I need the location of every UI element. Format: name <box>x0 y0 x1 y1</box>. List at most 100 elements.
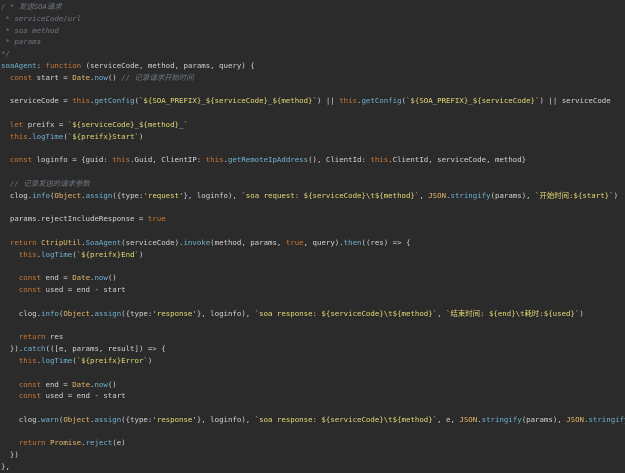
code-line[interactable]: soaAgent: function (serviceCode, method,… <box>1 60 625 72</box>
code-token-string: 'response' <box>152 308 197 318</box>
code-line[interactable]: const used = end - start <box>1 284 625 296</box>
code-token-string: `soa request: ${serviceCode}\t${method}` <box>241 190 420 200</box>
code-token-func: catch <box>23 344 46 354</box>
code-token-comment: // 记录请求开始时间 <box>121 72 194 82</box>
code-token-func: getConfig <box>361 96 402 106</box>
code-token-keyword: return <box>18 332 46 342</box>
code-token-keyword: this <box>112 155 131 165</box>
code-token-text: ) <box>613 190 619 200</box>
code-line[interactable]: }).catch(([e, params, result]) => { <box>1 343 625 355</box>
code-token-text: preifx = <box>23 119 68 129</box>
code-token-func: assign <box>85 190 113 200</box>
code-token-keyword: const <box>9 155 33 165</box>
code-token-string: `${preifx}End` <box>76 249 139 259</box>
code-token-keyword: true <box>285 237 304 247</box>
code-line[interactable] <box>1 84 625 96</box>
code-token-text: ) || serviceCode <box>539 96 611 106</box>
code-line[interactable]: const loginfo = {guid: this.Guid, Client… <box>1 154 625 166</box>
code-token-keyword: this <box>18 249 37 259</box>
code-editor[interactable]: / * 发送SOA请求 * serviceCode/url * soa meth… <box>0 0 625 473</box>
code-token-text: ) <box>138 249 144 259</box>
code-line[interactable] <box>1 225 625 237</box>
code-token-string: `${preifx}Error` <box>76 355 148 365</box>
code-line[interactable]: }) <box>1 449 625 461</box>
code-token-text: , <box>437 308 447 318</box>
code-line[interactable] <box>1 320 625 332</box>
code-token-ident: JSON <box>459 414 478 424</box>
code-line[interactable]: }, <box>1 461 625 473</box>
code-token-text: }, loginfo), <box>196 308 255 318</box>
code-token-ident: Object <box>63 414 91 424</box>
code-line[interactable]: serviceCode = this.getConfig(`${SOA_PREF… <box>1 95 625 107</box>
code-token-text: ) <box>147 355 153 365</box>
code-line[interactable] <box>1 367 625 379</box>
code-line[interactable] <box>1 166 625 178</box>
code-line[interactable]: const end = Date.now() <box>1 379 625 391</box>
code-line[interactable] <box>1 426 625 438</box>
code-token-text: , <box>419 190 429 200</box>
code-line[interactable]: * params <box>1 36 625 48</box>
code-token-func: stringify <box>481 414 522 424</box>
code-line[interactable]: this.logTime(`${preifx}Start`) <box>1 131 625 143</box>
code-token-text: }) <box>1 450 19 460</box>
code-line[interactable]: return CtripUtil.SoaAgent(serviceCode).i… <box>1 237 625 249</box>
code-token-text: }, loginfo), <box>183 190 242 200</box>
code-token-func: soaAgent <box>1 60 37 70</box>
code-line[interactable]: const end = Date.now() <box>1 272 625 284</box>
code-token-keyword: const <box>18 379 42 389</box>
code-line[interactable] <box>1 143 625 155</box>
code-token-func: logTime <box>41 355 73 365</box>
code-line[interactable] <box>1 107 625 119</box>
code-line[interactable] <box>1 261 625 273</box>
code-token-string: `soa response: ${serviceCode}\t${method}… <box>254 308 438 318</box>
code-token-keyword: this <box>9 131 28 141</box>
code-token-comment: // 记录发送的请求参数 <box>1 178 90 188</box>
code-line[interactable]: this.logTime(`${preifx}Error`) <box>1 355 625 367</box>
code-line[interactable] <box>1 402 625 414</box>
code-token-string: `soa response: ${serviceCode}\t${method}… <box>254 414 438 424</box>
code-token-ident: Object <box>63 308 91 318</box>
code-line[interactable]: return Promise.reject(e) <box>1 437 625 449</box>
code-token-text: used = end - start <box>41 391 126 401</box>
code-line[interactable] <box>1 296 625 308</box>
code-token-text: serviceCode = <box>1 96 73 106</box>
code-token-func: info <box>41 308 59 318</box>
code-token-text: (serviceCode). <box>121 237 184 247</box>
code-line[interactable]: const used = end - start <box>1 390 625 402</box>
code-line[interactable]: params.rejectIncludeResponse = true <box>1 213 625 225</box>
code-token-text: : <box>36 60 46 70</box>
code-line[interactable]: */ <box>1 48 625 60</box>
code-token-text: (([e, params, result]) => { <box>45 344 166 354</box>
code-line[interactable]: this.logTime(`${preifx}End`) <box>1 249 625 261</box>
code-line[interactable]: return res <box>1 331 625 343</box>
code-line[interactable]: clog.warn(Object.assign({type:'response'… <box>1 414 625 426</box>
code-token-comment: */ <box>1 49 10 59</box>
code-token-func: warn <box>41 414 59 424</box>
code-token-comment: / * 发送SOA请求 <box>1 2 62 11</box>
code-token-func: assign <box>94 414 122 424</box>
code-token-text: res <box>45 332 64 342</box>
code-line[interactable]: clog.info(Object.assign({type:'request'}… <box>1 190 625 202</box>
code-line[interactable]: / * 发送SOA请求 <box>1 1 625 13</box>
code-line[interactable]: // 记录发送的请求参数 <box>1 178 625 190</box>
code-line[interactable] <box>1 202 625 214</box>
code-line[interactable]: * serviceCode/url <box>1 13 625 25</box>
code-token-comment: * serviceCode/url <box>1 13 82 23</box>
code-token-text: () <box>107 273 117 283</box>
code-token-text: clog. <box>1 190 33 200</box>
code-line[interactable]: * soa method <box>1 25 625 37</box>
code-token-keyword: let <box>9 119 24 129</box>
code-token-text: () <box>107 379 117 389</box>
code-token-func: SoaAgent <box>85 237 122 247</box>
code-token-text: (serviceCode, method, params, query) { <box>81 60 255 70</box>
code-token-ident: JSON <box>428 190 447 200</box>
code-line[interactable]: const start = Date.now() // 记录请求开始时间 <box>1 72 625 84</box>
code-token-text: used = end - start <box>41 285 126 295</box>
code-token-func: logTime <box>32 131 64 141</box>
code-line[interactable]: let preifx = `${serviceCode}_${method}_` <box>1 119 625 131</box>
code-token-keyword: return <box>9 237 37 247</box>
code-token-text: ) <box>579 308 584 318</box>
code-line[interactable]: clog.info(Object.assign({type:'response'… <box>1 308 625 320</box>
